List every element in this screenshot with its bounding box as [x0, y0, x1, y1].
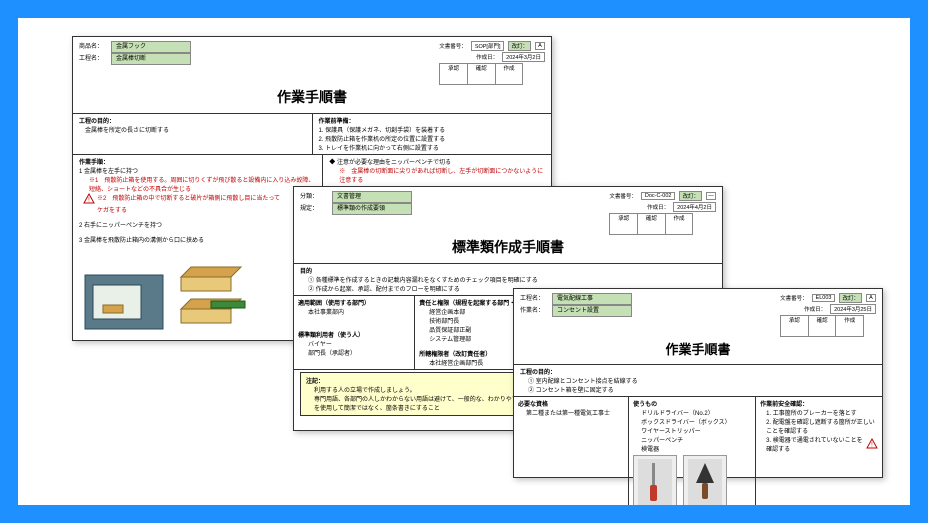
outer-frame: 商品名：金属フック 工程名：金属棒切断 文書番号：SOP[部門]改訂：A 作成日… [0, 0, 928, 523]
step1-note1: ※1 飛散防止箱を使用する。周囲に切りくずが飛び散ると設備内に入り込み故障、短絡… [79, 175, 316, 193]
step1-note2: ※2 飛散防止箱の中で切断すると破片が箱側に飛散し目に当たって [97, 193, 280, 202]
rev-label: 改訂： [679, 191, 702, 201]
doc-id: EL003 [812, 294, 836, 302]
signature-boxes: 承認確認作成 [780, 315, 864, 337]
reg-value: 標準類の作成要領 [332, 203, 412, 215]
tool-1: ボックスドライバー（ボックス） [633, 417, 751, 426]
s3-pu1: ① 室内配線とコンセント接点を結線する [520, 376, 876, 385]
step1-tail: ケガをする [79, 205, 316, 214]
process-value: 金属棒切断 [111, 53, 191, 65]
right-note: ※ 金属棒の切断面に尖りがあれば切断し、左手が切断面につかないように注意する [329, 166, 545, 184]
work-value: コンセント設置 [552, 305, 632, 317]
step-2: 2 右手にニッパーペンチを持つ [79, 220, 316, 229]
sheet3-meta-right: 文書番号： EL003改訂： A 作成日： 2024年3月25日 承認確認作成 [780, 293, 876, 337]
sig-create: 作成 [665, 214, 693, 234]
canvas: 商品名：金属フック 工程名：金属棒切断 文書番号：SOP[部門]改訂：A 作成日… [18, 18, 910, 505]
pre-2: 2. 飛散防止箱を作業机の所定の位置に設置する [319, 134, 546, 143]
sig-create: 作成 [835, 316, 863, 336]
sig-check: 確認 [467, 64, 495, 84]
sig-approve: 承認 [781, 316, 808, 336]
branch-value: 文書管理 [332, 191, 412, 203]
sig-create: 作成 [495, 64, 523, 84]
sig-check: 確認 [637, 214, 665, 234]
sig-check: 確認 [808, 316, 836, 336]
sheet1-meta-left: 商品名：金属フック 工程名：金属棒切断 [79, 41, 191, 65]
product-label: 商品名： [79, 42, 111, 52]
doc-label: 文書番号： [780, 294, 808, 302]
purpose-hdr: 工程の目的： [79, 116, 306, 125]
sheet2-title: 標準類作成手順書 [294, 235, 722, 263]
date-val: 2024年3月2日 [502, 52, 545, 62]
pre-3: 3. トレイを作業机に向かって右側に設置する [319, 143, 546, 152]
u-v1: 部門長（承認者） [298, 348, 410, 357]
date-val: 2024年3月25日 [830, 304, 876, 314]
sheet3-title: 作業手順書 [514, 337, 882, 364]
safe-hdr: 作業前安全確認： [760, 399, 878, 408]
process-label: 工程名： [79, 54, 111, 64]
doc-id: SOP[部門] [471, 41, 505, 51]
branch-label: 分類： [300, 192, 332, 202]
date-label: 作成日： [476, 53, 498, 61]
doc-label: 文書番号： [609, 192, 637, 200]
date-label: 作成日： [804, 305, 826, 313]
warning-icon: ! [83, 193, 95, 205]
rev-label: 改訂： [839, 293, 862, 303]
steps-hdr: 作業手順： [79, 157, 316, 166]
reg-label: 規定： [300, 204, 332, 214]
step-3: 3 金属棒を飛散防止箱内の溝側から口に挟める [79, 235, 316, 244]
sheet2-meta-left: 分類：文書管理 規定：標準類の作成要領 [300, 191, 412, 215]
tool-4: 検電器 [633, 444, 751, 453]
purpose-text: 金属棒を所定の長さに切断する [79, 125, 306, 134]
rev-val: A [866, 294, 876, 302]
u-v0: バイヤー [298, 339, 410, 348]
date-label: 作成日： [647, 203, 669, 211]
rev-label: 改訂： [508, 41, 531, 51]
s3-purpose-hdr: 工程の目的： [520, 367, 876, 376]
q-val: 第二種または第一種電気工事士 [518, 408, 624, 417]
q-hdr: 必要な資格 [518, 399, 624, 408]
safe-2: 3. 検電器で通電されていないことを確認する [766, 435, 863, 453]
signature-boxes: 承認確認作成 [439, 63, 523, 85]
s3-pu2: ② コンセント箱を壁に固定する [520, 385, 876, 394]
rev-val: — [706, 192, 716, 200]
doc-label: 文書番号： [439, 42, 467, 50]
tool-2: ワイヤーストリッパー [633, 426, 751, 435]
work-label: 作業名： [520, 306, 552, 316]
safe-0: 1. 工事箇所のブレーカーを落とす [760, 408, 878, 417]
s2-purpose-hdr: 目的 [300, 266, 716, 275]
sheet-electrical: 工程名：電気配線工事 作業名：コンセント設置 文書番号： EL003改訂： A 作成… [513, 288, 883, 478]
signature-boxes: 承認確認作成 [609, 213, 693, 235]
tool-0: ドリルドライバー（No.2） [633, 408, 751, 417]
safe-1: 2. 配電盤を確認し遮断する箇所が正しいことを確認する [760, 417, 878, 435]
rev-val: A [535, 42, 545, 50]
sheet1-title: 作業手順書 [73, 85, 551, 113]
proc-label: 工程名： [520, 294, 552, 304]
sig-approve: 承認 [610, 214, 637, 234]
pre-hdr: 作業前準備： [319, 116, 546, 125]
tool-3: ニッパーペンチ [633, 435, 751, 444]
illustration-diagram [81, 265, 251, 335]
step-1: 1 金属棒を左手に持つ [79, 166, 316, 175]
tool-photo-trowel [683, 455, 727, 505]
right-bullet: ◆ [329, 160, 335, 166]
pre-1: 1. 保護具（保護メガネ、切創手袋）を装着する [319, 125, 546, 134]
tool-photo-screwdriver [633, 455, 677, 505]
tool-hdr: 使うもの [633, 399, 751, 408]
proc-value: 電気配線工事 [552, 293, 632, 305]
g1-val: 本社事業部内 [298, 307, 410, 316]
product-value: 金属フック [111, 41, 191, 53]
doc-id: Doc-C-002 [641, 192, 676, 200]
warning-icon: ! [866, 438, 878, 450]
s2-p1: ① 各種標準を作成するときの記載内容漏れをなくすためのチェック項目を明確にする [300, 275, 716, 284]
sheet1-meta-right: 文書番号： SOP[部門]改訂： A 作成日： 2024年3月2日 承認確認作成 [439, 41, 545, 85]
date-val: 2024年4月2日 [673, 202, 716, 212]
sheet3-meta-left: 工程名：電気配線工事 作業名：コンセント設置 [520, 293, 632, 317]
g1-hdr: 適用範囲（使用する部門） [298, 298, 410, 307]
sig-approve: 承認 [440, 64, 467, 84]
u-hdr: 標準類利用者（使う人） [298, 330, 410, 339]
sheet2-meta-right: 文書番号： Doc-C-002改訂： — 作成日： 2024年4月2日 承認確認作成 [609, 191, 716, 235]
